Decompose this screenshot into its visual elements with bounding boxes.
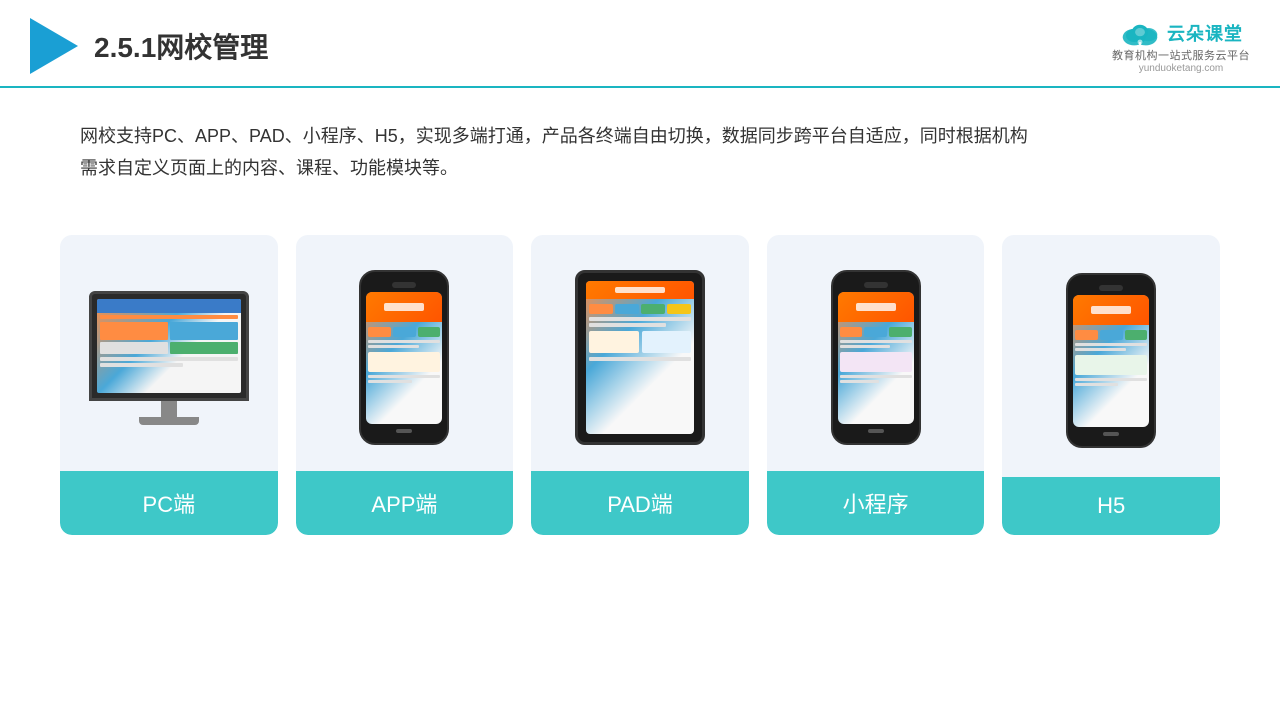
card-miniprogram-image	[767, 235, 985, 471]
page-title: 2.5.1网校管理	[94, 26, 268, 66]
brand-name: 云朵课堂	[1167, 20, 1243, 46]
card-miniprogram: 小程序	[767, 235, 985, 535]
card-miniprogram-label: 小程序	[767, 471, 985, 535]
header: 2.5.1网校管理 云朵课堂 教育机构一站式服务云平台 yunduoketang…	[0, 0, 1280, 88]
card-pad-image	[531, 235, 749, 471]
device-cards-container: PC端	[0, 215, 1280, 555]
brand-logo: 云朵课堂	[1119, 19, 1243, 47]
phone-h5-icon	[1066, 273, 1156, 448]
card-app: APP端	[296, 235, 514, 535]
card-app-label: APP端	[296, 471, 514, 535]
card-h5-label: H5	[1002, 477, 1220, 535]
card-pc-image	[60, 235, 278, 471]
logo-icon	[30, 18, 78, 74]
phone-miniprogram-icon	[831, 270, 921, 445]
description-line1: 网校支持PC、APP、PAD、小程序、H5，实现多端打通，产品各终端自由切换，数…	[80, 126, 1028, 146]
cloud-icon	[1119, 19, 1161, 47]
card-pad: PAD端	[531, 235, 749, 535]
header-right: 云朵课堂 教育机构一站式服务云平台 yunduoketang.com	[1112, 19, 1250, 74]
card-pad-label: PAD端	[531, 471, 749, 535]
card-app-image	[296, 235, 514, 471]
brand-url: yunduoketang.com	[1139, 63, 1224, 74]
card-pc-label: PC端	[60, 471, 278, 535]
brand-tagline: 教育机构一站式服务云平台	[1112, 47, 1250, 63]
tablet-icon	[575, 270, 705, 445]
header-left: 2.5.1网校管理	[30, 18, 268, 74]
description-text: 网校支持PC、APP、PAD、小程序、H5，实现多端打通，产品各终端自由切换，数…	[0, 88, 1280, 205]
card-h5: H5	[1002, 235, 1220, 535]
phone-app-icon	[359, 270, 449, 445]
description-line2: 需求自定义页面上的内容、课程、功能模块等。	[80, 158, 458, 178]
card-pc: PC端	[60, 235, 278, 535]
card-h5-image	[1002, 235, 1220, 477]
pc-monitor-icon	[89, 291, 249, 425]
